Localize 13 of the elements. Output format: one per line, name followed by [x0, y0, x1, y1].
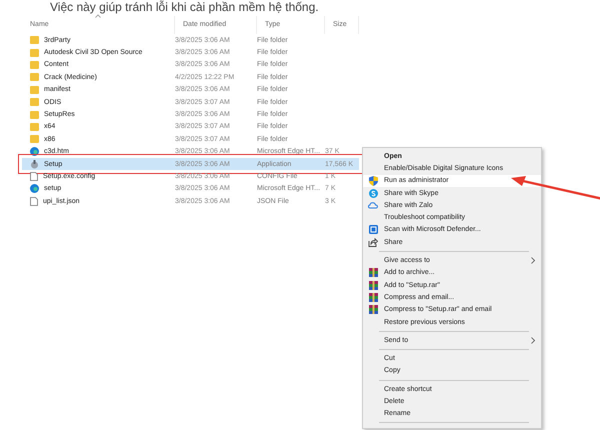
archive-icon — [368, 305, 378, 314]
cloud-icon — [368, 200, 378, 210]
sort-caret-icon[interactable] — [95, 14, 101, 18]
skype-icon — [368, 188, 378, 198]
file-icon — [30, 196, 38, 206]
archive-icon — [368, 268, 378, 278]
installer-icon — [30, 160, 39, 169]
archive-icon — [368, 280, 378, 290]
share-icon — [368, 238, 378, 247]
shield-icon — [368, 176, 378, 186]
caption-text: Việc này giúp tránh lỗi khi cài phần mềm hệ thống. — [49, 0, 320, 16]
file-icon — [30, 172, 38, 181]
archive-icon — [368, 292, 378, 302]
